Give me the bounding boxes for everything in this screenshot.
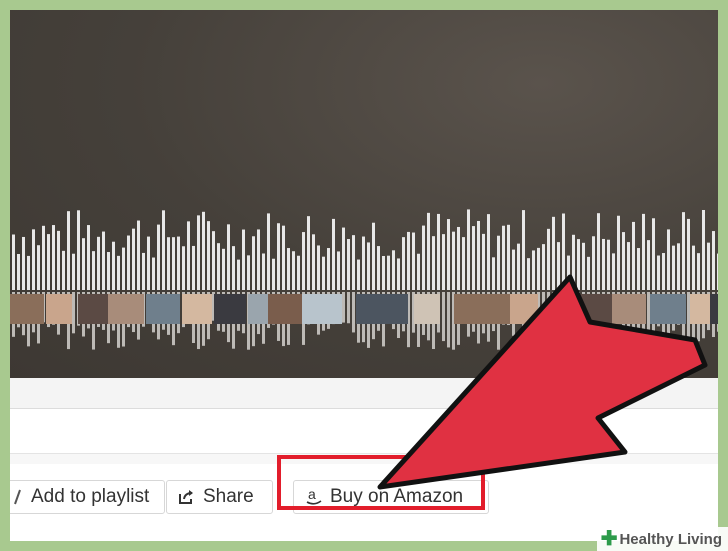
- watermark-label: Healthy Living: [619, 530, 722, 548]
- plus-cross-icon: ✚: [600, 528, 618, 550]
- pointer-arrow: [377, 274, 708, 490]
- watermark: ✚ Healthy Living: [596, 527, 728, 551]
